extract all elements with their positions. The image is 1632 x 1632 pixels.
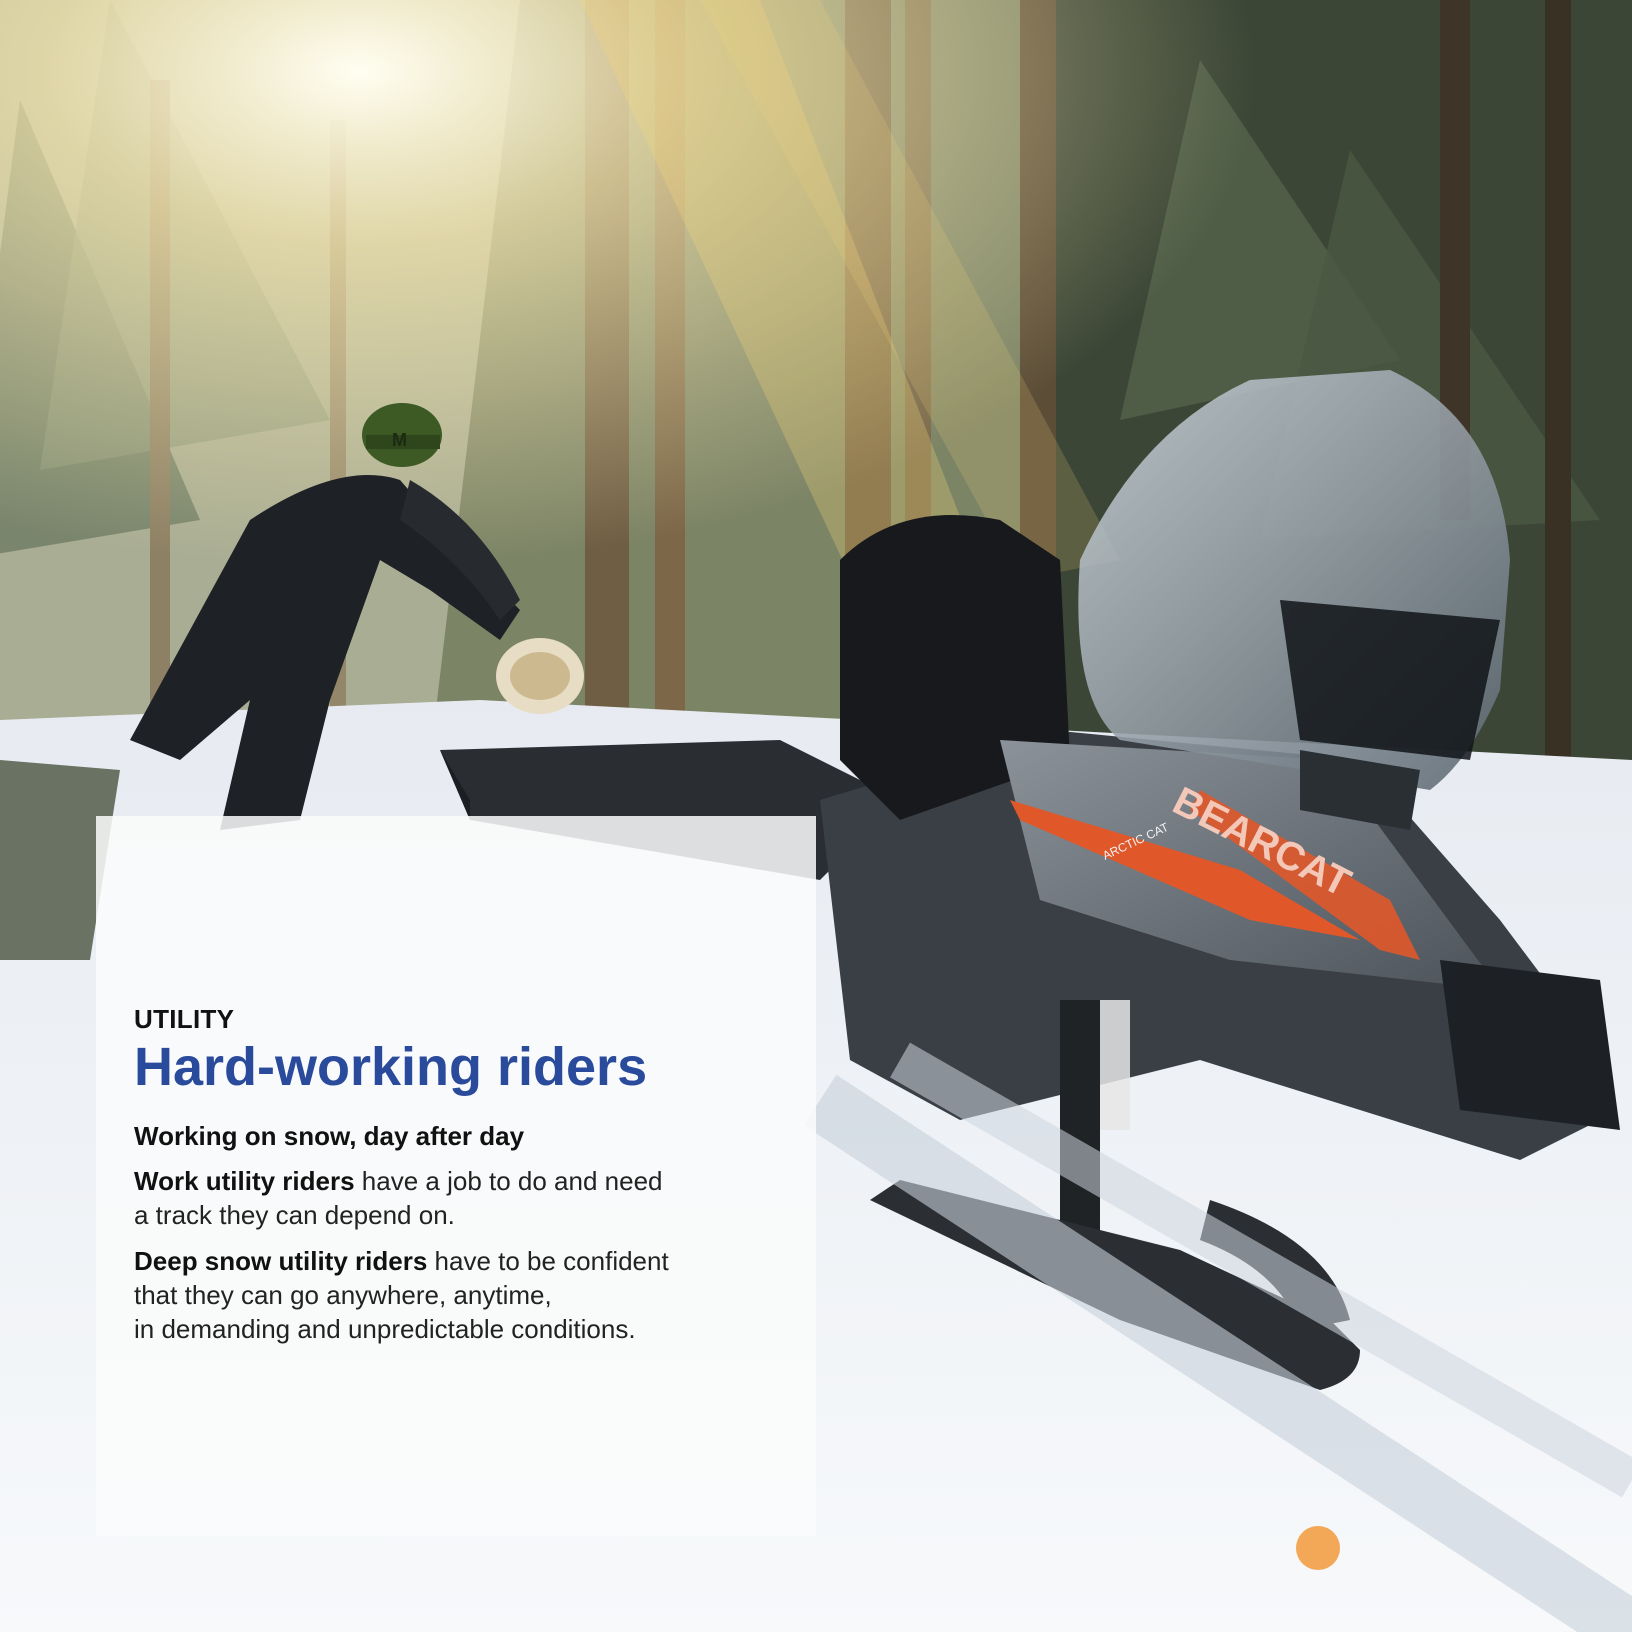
paragraph-line: that they can go anywhere, anytime, [134, 1280, 552, 1310]
paragraph-line: Work utility riders have a job to do and… [134, 1164, 776, 1198]
content-card: UTILITY Hard-working riders Working on s… [96, 816, 816, 1536]
section-subheading: Working on snow, day after day [134, 1121, 525, 1151]
bold-term: Work utility riders [134, 1166, 355, 1196]
hat-logo-text: M [392, 430, 407, 450]
paragraph-line: Deep snow utility riders have to be conf… [134, 1244, 776, 1278]
paragraph-line: in demanding and unpredictable condition… [134, 1314, 636, 1344]
bold-term: Deep snow utility riders [134, 1246, 428, 1276]
paragraph-text: have a job to do and need [354, 1166, 663, 1196]
paragraph-line: a track they can depend on. [134, 1200, 455, 1230]
paragraph-work-utility: Work utility riders have a job to do and… [134, 1164, 776, 1232]
paragraph-text: have to be confident [427, 1246, 669, 1276]
page-headline: Hard-working riders [134, 1037, 648, 1097]
section-eyebrow: UTILITY [134, 1004, 235, 1034]
paragraph-deep-snow: Deep snow utility riders have to be conf… [134, 1244, 776, 1346]
